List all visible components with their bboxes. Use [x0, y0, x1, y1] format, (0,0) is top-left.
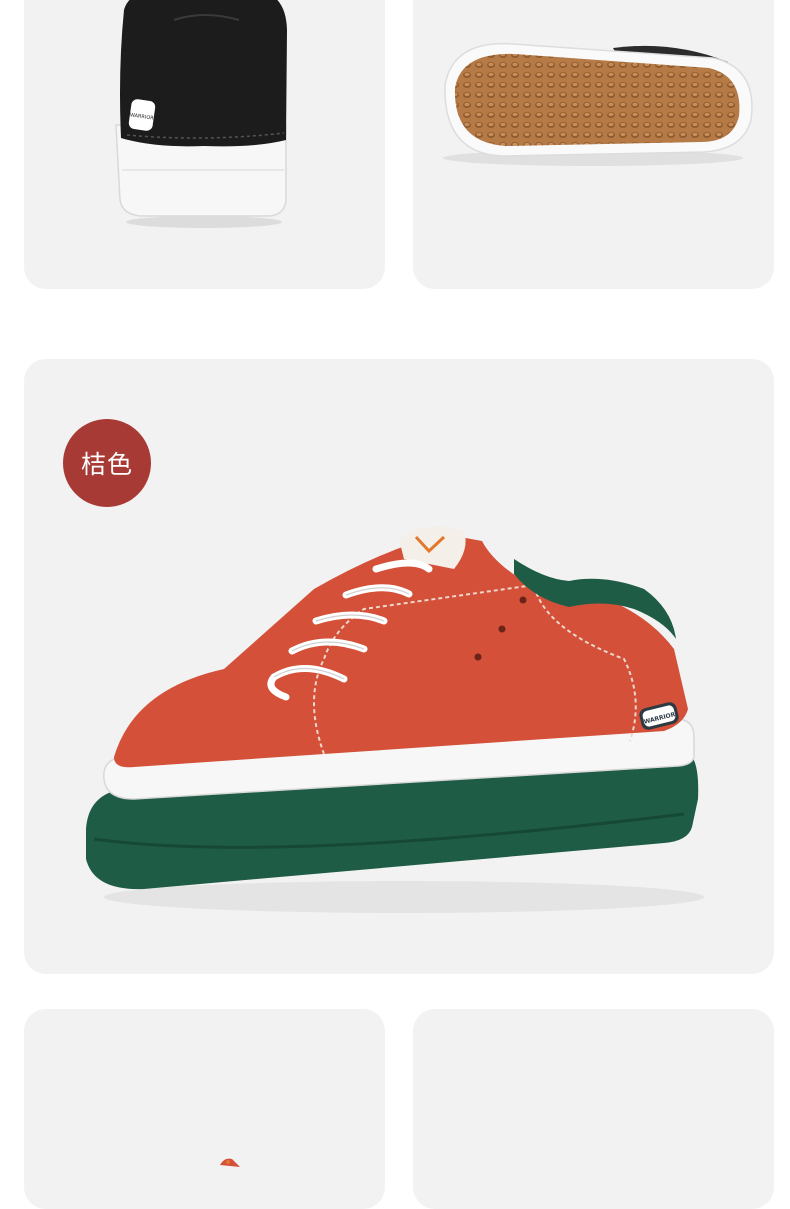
product-image-card-back: WARRIOR — [24, 0, 385, 289]
gum-outsole-image — [443, 42, 753, 166]
black-shoe-heel-image: WARRIOR — [115, 0, 287, 228]
product-image-card-main: WARRIOR 桔色 — [24, 359, 774, 974]
shoe-partial-image — [220, 1158, 240, 1167]
color-variant-badge: 桔色 — [63, 419, 151, 507]
product-image-card-bottom-right — [413, 1009, 774, 1209]
product-image-card-sole — [413, 0, 774, 289]
product-image-card-bottom-left — [24, 1009, 385, 1209]
